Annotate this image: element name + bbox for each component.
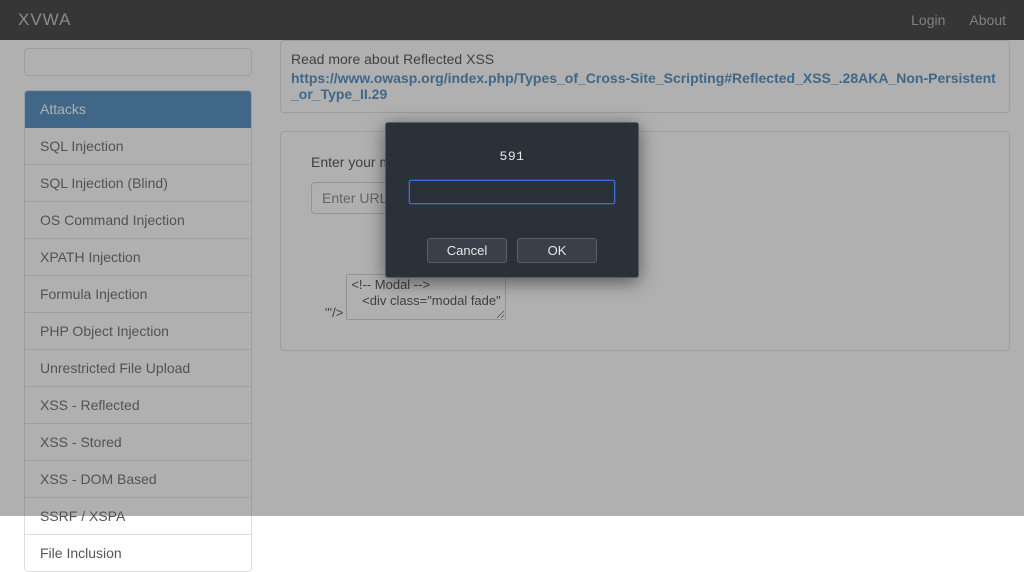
sidebar: Attacks SQL Injection SQL Injection (Bli… (0, 40, 252, 572)
prompt-ok-button[interactable]: OK (517, 238, 597, 263)
textarea-prefix: "'/> (325, 305, 343, 320)
sidebar-item-sql-injection-blind[interactable]: SQL Injection (Blind) (25, 165, 251, 202)
sidebar-item-sql-injection[interactable]: SQL Injection (25, 128, 251, 165)
sidebar-item-xss-stored[interactable]: XSS - Stored (25, 424, 251, 461)
sidebar-search-box[interactable] (24, 48, 252, 76)
sidebar-item-xss-reflected[interactable]: XSS - Reflected (25, 387, 251, 424)
login-link[interactable]: Login (911, 12, 945, 28)
textarea-wrap: "'/> (325, 274, 979, 320)
sidebar-item-ssrf-xspa[interactable]: SSRF / XSPA (25, 498, 251, 535)
payload-textarea[interactable] (346, 274, 506, 320)
page-body: Attacks SQL Injection SQL Injection (Bli… (0, 40, 1024, 572)
sidebar-item-xpath-injection[interactable]: XPATH Injection (25, 239, 251, 276)
info-lead: Read more about Reflected XSS (291, 51, 999, 67)
info-panel: Read more about Reflected XSS https://ww… (280, 40, 1010, 113)
sidebar-item-php-object-injection[interactable]: PHP Object Injection (25, 313, 251, 350)
js-prompt-dialog: 591 Cancel OK (385, 122, 639, 278)
about-link[interactable]: About (969, 12, 1006, 28)
navbar-right: Login About (911, 12, 1006, 28)
prompt-input[interactable] (409, 180, 615, 204)
prompt-cancel-button[interactable]: Cancel (427, 238, 507, 263)
brand-title[interactable]: XVWA (18, 10, 71, 30)
sidebar-header-attacks[interactable]: Attacks (25, 91, 251, 128)
prompt-button-row: Cancel OK (402, 238, 622, 263)
info-link[interactable]: https://www.owasp.org/index.php/Types_of… (291, 70, 996, 102)
sidebar-item-os-command-injection[interactable]: OS Command Injection (25, 202, 251, 239)
sidebar-menu: Attacks SQL Injection SQL Injection (Bli… (24, 90, 252, 572)
navbar: XVWA Login About (0, 0, 1024, 40)
prompt-message: 591 (402, 149, 622, 164)
sidebar-item-xss-dom-based[interactable]: XSS - DOM Based (25, 461, 251, 498)
sidebar-item-unrestricted-file-upload[interactable]: Unrestricted File Upload (25, 350, 251, 387)
sidebar-item-file-inclusion[interactable]: File Inclusion (25, 535, 251, 571)
sidebar-item-formula-injection[interactable]: Formula Injection (25, 276, 251, 313)
main-content: Read more about Reflected XSS https://ww… (252, 40, 1024, 572)
